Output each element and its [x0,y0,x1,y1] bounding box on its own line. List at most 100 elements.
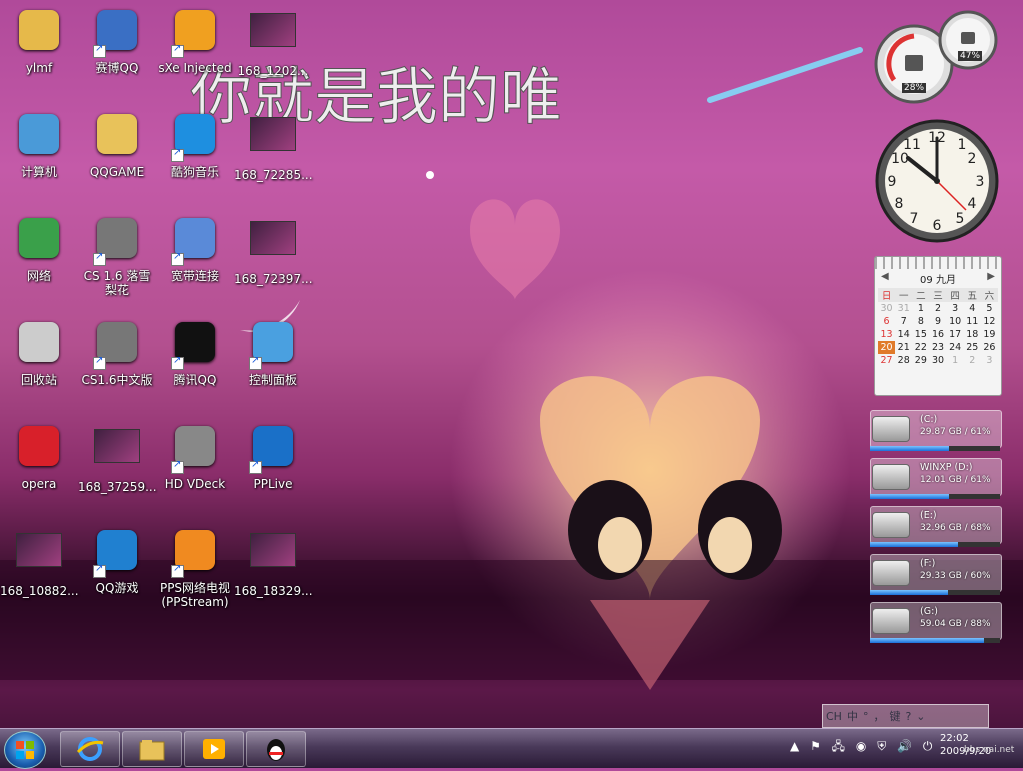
drive-usage-bar [870,494,1000,499]
drive-meter[interactable]: (E:) 32.96 GB / 68% [870,506,1002,547]
start-button[interactable] [4,731,46,769]
desktop-icon[interactable]: 168_1202... [234,6,312,78]
language-bar-item[interactable]: 键 [889,708,900,724]
calendar-day[interactable]: 21 [895,341,912,354]
desktop-icon[interactable]: 网络 [0,214,78,283]
calendar-weekday: 日 [878,288,896,302]
drive-name: WINXP (D:) [920,462,973,473]
network-tray-icon[interactable]: 🖧 [832,739,845,753]
calendar-day[interactable]: 28 [895,354,912,367]
desktop-icon[interactable]: PPS网络电视 (PPStream) [156,526,234,609]
drive-meter[interactable]: (F:) 29.33 GB / 60% [870,554,1002,595]
calendar-day[interactable]: 27 [878,354,895,367]
calendar-day[interactable]: 12 [981,315,998,328]
drive-meter[interactable]: (C:) 29.87 GB / 61% [870,410,1002,451]
desktop-icon[interactable]: opera [0,422,78,491]
desktop-icon[interactable]: HD VDeck [156,422,234,491]
calendar-day[interactable]: 16 [929,328,946,341]
desktop-icon-label: 回收站 [20,373,57,387]
calendar-day[interactable]: 1 [912,302,929,315]
desktop-icon-label: 168_72397... [234,272,313,286]
calendar-day[interactable]: 25 [964,341,981,354]
calendar-day[interactable]: 3 [947,302,964,315]
calendar-day[interactable]: 22 [912,341,929,354]
language-bar-item[interactable]: ， [873,708,884,724]
calendar-day[interactable]: 30 [878,302,895,315]
language-bar-item[interactable]: 中 [847,708,858,724]
taskbar: ▲ ⚑ 🖧 ◉ ⛨ 🔊 ⏻ 22:02 2009/9/20 bbs.nai.ne… [0,728,1023,769]
calendar-day[interactable]: 4 [964,302,981,315]
desktop-icon[interactable]: 酷狗音乐 [156,110,234,179]
qq-game-icon [93,530,141,578]
action-center-flag-icon[interactable]: ⚑ [810,739,821,753]
desktop-icon[interactable]: 宽带连接 [156,214,234,283]
calendar-day[interactable]: 23 [929,341,946,354]
desktop-icon[interactable]: CS1.6中文版 [78,318,156,387]
desktop-icon[interactable]: 168_37259... [78,422,157,494]
calendar-day[interactable]: 26 [981,341,998,354]
svg-text:4: 4 [968,196,977,212]
clock-gadget[interactable]: 1212 345 678 91011 [874,118,1000,244]
calendar-day[interactable]: 6 [878,315,895,328]
taskbar-media-player-button[interactable] [184,731,244,767]
desktop-icon[interactable]: 168_72285... [234,110,313,182]
desktop-icon[interactable]: 168_18329... [234,526,313,598]
taskbar-explorer-button[interactable] [122,731,182,767]
app-tray-icon[interactable]: ◉ [856,739,866,753]
calendar-day[interactable]: 1 [947,354,964,367]
calendar-binding [875,257,1001,269]
security-shield-icon[interactable]: ⛨ [877,739,886,753]
calendar-day[interactable]: 18 [964,328,981,341]
calendar-day[interactable]: 9 [929,315,946,328]
calendar-day[interactable]: 2 [929,302,946,315]
desktop-icon[interactable]: ylmf [0,6,78,75]
next-month-arrow-icon[interactable]: ▶ [987,271,995,282]
desktop-icon[interactable]: 赛博QQ [78,6,156,75]
calendar-day[interactable]: 24 [947,341,964,354]
desktop-icon[interactable]: 168_72397... [234,214,313,286]
cpu-meter-gadget[interactable]: 28% 47% [872,6,1000,106]
calendar-day[interactable]: 5 [981,302,998,315]
language-bar-item[interactable]: ° [863,710,869,723]
drive-name: (G:) [920,606,938,617]
show-hidden-icons-arrow-icon[interactable]: ▲ [790,739,799,753]
desktop-icon[interactable]: 控制面板 [234,318,312,387]
calendar-day[interactable]: 20 [878,341,896,354]
calendar-day[interactable]: 10 [947,315,964,328]
desktop-icon[interactable]: 腾讯QQ [156,318,234,387]
desktop-icon[interactable]: 计算机 [0,110,78,179]
desktop-icon[interactable]: PPLive [234,422,312,491]
taskbar-internet-explorer-button[interactable] [60,731,120,767]
language-bar-item[interactable]: ⌄ [916,710,925,723]
language-bar[interactable]: CH 中 ° ， 键? ⌄ [822,704,989,728]
calendar-day[interactable]: 13 [878,328,895,341]
calendar-day[interactable]: 15 [912,328,929,341]
prev-month-arrow-icon[interactable]: ◀ [881,271,889,282]
svg-text:5: 5 [956,211,965,227]
calendar-day[interactable]: 14 [895,328,912,341]
desktop-icon[interactable]: sXe Injected [156,6,234,75]
drive-meter[interactable]: (G:) 59.04 GB / 88% [870,602,1002,643]
desktop-icon[interactable]: 回收站 [0,318,78,387]
desktop-icon[interactable]: 168_10882... [0,526,79,598]
calendar-day[interactable]: 19 [981,328,998,341]
calendar-day[interactable]: 2 [964,354,981,367]
language-bar-item[interactable]: CH [826,710,842,723]
power-icon[interactable]: ⏻ [923,739,933,753]
calendar-day[interactable]: 11 [964,315,981,328]
calendar-day[interactable]: 31 [895,302,912,315]
desktop-icon[interactable]: CS 1.6 落雪梨花 [78,214,156,297]
taskbar-qq-button[interactable] [246,731,306,767]
desktop-icon[interactable]: QQGAME [78,110,156,179]
drive-meter[interactable]: WINXP (D:) 12.01 GB / 61% [870,458,1002,499]
calendar-day[interactable]: 8 [912,315,929,328]
language-bar-item[interactable]: ? [905,710,911,723]
volume-icon[interactable]: 🔊 [897,739,912,753]
calendar-day[interactable]: 7 [895,315,912,328]
calendar-day[interactable]: 30 [929,354,946,367]
calendar-day[interactable]: 17 [947,328,964,341]
desktop-icon[interactable]: QQ游戏 [78,526,156,595]
calendar-gadget[interactable]: ◀ 09 九月 ▶ 日一二三四五六 30 31 1 2 3 4 5 6 7 8 9 10 11 12 13 14… [874,256,1002,396]
calendar-day[interactable]: 29 [912,354,929,367]
calendar-day[interactable]: 3 [981,354,998,367]
